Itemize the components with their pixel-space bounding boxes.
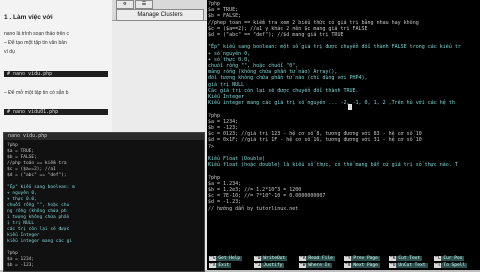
nano-shortcut-bar: ^G Get Help ^O WriteOut ^R Read File ^Y Prev Pa… bbox=[207, 255, 480, 270]
terminal-line: $c = 7E-10; //= 7*10^-10 = 0.0000000007 bbox=[208, 193, 326, 200]
terminal-line: + nguyên 0, bbox=[7, 191, 37, 196]
terminal-line: $d = ("abc" == "def"); bbox=[7, 173, 67, 178]
nano-shortcut: ^K Cut Text bbox=[389, 256, 423, 262]
toolbar-button[interactable]: ⚙ bbox=[116, 0, 134, 9]
shortcut-label: Cur Pos bbox=[441, 256, 465, 261]
shortcut-label: Next Page bbox=[351, 263, 380, 268]
shortcut-label: Justify bbox=[261, 263, 285, 268]
terminal-line: $d = -1.23; bbox=[208, 199, 242, 206]
nano-shortcut: ^V Next Page bbox=[344, 263, 380, 269]
nano-shortcut: ^X Exit bbox=[209, 263, 232, 269]
terminal-line: ?php bbox=[208, 112, 221, 119]
shortcut-label: Exit bbox=[216, 263, 232, 268]
shortcut-label: UnCut Text bbox=[396, 263, 428, 268]
toolbar-button[interactable]: ☰ bbox=[135, 0, 153, 9]
small-terminal-title: nano vidu.php bbox=[4, 133, 204, 140]
doc-line: – Để mở một tập tin có sẵn b bbox=[4, 90, 69, 96]
manage-clusters-button[interactable]: Manage Clusters bbox=[116, 9, 204, 21]
terminal-line: ?php bbox=[7, 143, 18, 148]
terminal-line: i tượng không chứa phần bbox=[7, 215, 70, 220]
terminal-line: $b = FALSE; bbox=[208, 13, 242, 20]
nano-shortcut: ^U UnCut Text bbox=[389, 263, 428, 269]
terminal-line: + thực 0.0, bbox=[7, 197, 37, 202]
terminal-line: $a = 1234; bbox=[208, 118, 239, 125]
terminal-line: + số thực 0.0, bbox=[208, 56, 251, 63]
terminal-line: ?php bbox=[208, 1, 221, 7]
nano-shortcut: ^R Read File bbox=[299, 256, 335, 262]
terminal-line: $b = -123; bbox=[7, 263, 35, 268]
terminal-line: đối tượng không chứa phần tử nào (chỉ dù… bbox=[208, 75, 368, 82]
terminal-line: $d = ("abc" == "def"); //$d mang giá trị… bbox=[208, 32, 344, 38]
terminal-line: các trị còn lại sẽ được bbox=[7, 227, 70, 232]
terminal-line: "Ép" kiểu sang boolean: một số giá trị đ… bbox=[208, 44, 461, 51]
doc-line: nano là trình soạn thảo trên c bbox=[4, 31, 70, 37]
terminal-line: Các giá trị còn lại sẽ được chuyển đổi t… bbox=[208, 87, 359, 94]
terminal-line: //php toán == kiểm tra bbox=[7, 161, 67, 166]
main-terminal[interactable]: ?php $a = TRUE; $b = FALSE;//phep toan == … bbox=[207, 0, 480, 270]
text-cursor bbox=[348, 104, 352, 110]
doc-line: – Để tạo một tập tin văn bản bbox=[4, 40, 67, 46]
terminal-line: chuỗi rỗng "", hoặc chu bbox=[7, 203, 70, 208]
terminal-line: $b = FALSE; bbox=[7, 155, 37, 160]
terminal-line: Kiểu float (hoặc double) là kiểu số thực… bbox=[208, 162, 458, 169]
code-text: # nano vidu.php bbox=[7, 71, 53, 77]
doc-line: ví dụ bbox=[4, 49, 15, 55]
terminal-line: ị trị NULL bbox=[7, 221, 35, 226]
terminal-line: $d = 0x1F; //giá trị 1F - hệ cơ số 16, t… bbox=[208, 137, 422, 144]
terminal-line: giá trị NULL bbox=[208, 81, 245, 88]
terminal-line: $b = 1.2e3; //= 1.2*10^3 = 1200 bbox=[208, 187, 302, 193]
terminal-line: $a = TRUE; bbox=[208, 7, 239, 14]
nano-shortcut: ^J Justify bbox=[254, 263, 285, 269]
code-text: # nano vidu01.php bbox=[7, 109, 59, 115]
terminal-line: ng rỗng (không chứa ph bbox=[7, 209, 67, 214]
terminal-line: ?php bbox=[7, 251, 18, 256]
shortcut-label: Read File bbox=[306, 256, 335, 261]
terminal-line: "Ép" kiểu sang boolean: m bbox=[7, 185, 75, 190]
shortcut-label: To Spell bbox=[441, 263, 468, 268]
shortcut-label: Get Help bbox=[216, 256, 243, 261]
terminal-line: kiểu Integer bbox=[7, 233, 40, 238]
terminal-line: $a = TRUE; bbox=[7, 149, 35, 154]
shortcut-label: Cut Text bbox=[396, 256, 423, 261]
nano-shortcut: ^O WriteOut bbox=[254, 256, 288, 262]
nano-shortcut: ^Y Prev Page bbox=[344, 256, 380, 262]
doc-heading: 1 . Làm việc với bbox=[4, 14, 53, 21]
terminal-line: Kiểu integer mang các giá trị số nguyên … bbox=[208, 100, 455, 107]
nano-shortcut: ^W Where Is bbox=[299, 263, 333, 269]
shortcut-label: Where Is bbox=[306, 263, 333, 268]
code-block: # nano vidu.php bbox=[4, 71, 108, 77]
terminal-line: kiểu integer mang các gi bbox=[7, 239, 73, 244]
terminal-line: $c = ($a==2); //a1 bbox=[7, 167, 56, 172]
shortcut-label: Prev Page bbox=[351, 256, 380, 261]
terminal-line: $a = 1234; bbox=[7, 257, 35, 262]
terminal-line: ?php bbox=[208, 174, 221, 181]
terminal-line: + số nguyên 0, bbox=[208, 50, 251, 57]
small-terminal-window[interactable]: nano vidu.php ?php $a = TRUE; $b = FALSE; /… bbox=[3, 132, 205, 272]
code-block: # nano vidu01.php bbox=[4, 109, 108, 115]
terminal-line: //phep toan == kiểm tra xem 2 biểu thức … bbox=[208, 19, 419, 26]
nano-shortcut: ^G Get Help bbox=[209, 256, 243, 262]
shortcut-label: WriteOut bbox=[261, 256, 288, 261]
clusters-toolbar: ⚙ ☰ Manage Clusters bbox=[112, 0, 207, 21]
terminal-line: // hướng dẫn by tutorlinux.net bbox=[208, 205, 299, 212]
terminal-line: $c = ($a==2); //a1 y khác 2 nên $c mang … bbox=[208, 25, 368, 32]
terminal-line: ?> bbox=[208, 143, 215, 150]
nano-shortcut: ^C Cur Pos bbox=[434, 256, 465, 262]
terminal-line: $a = 1.234; bbox=[208, 180, 242, 187]
nano-shortcut: ^T To Spell bbox=[434, 263, 468, 269]
